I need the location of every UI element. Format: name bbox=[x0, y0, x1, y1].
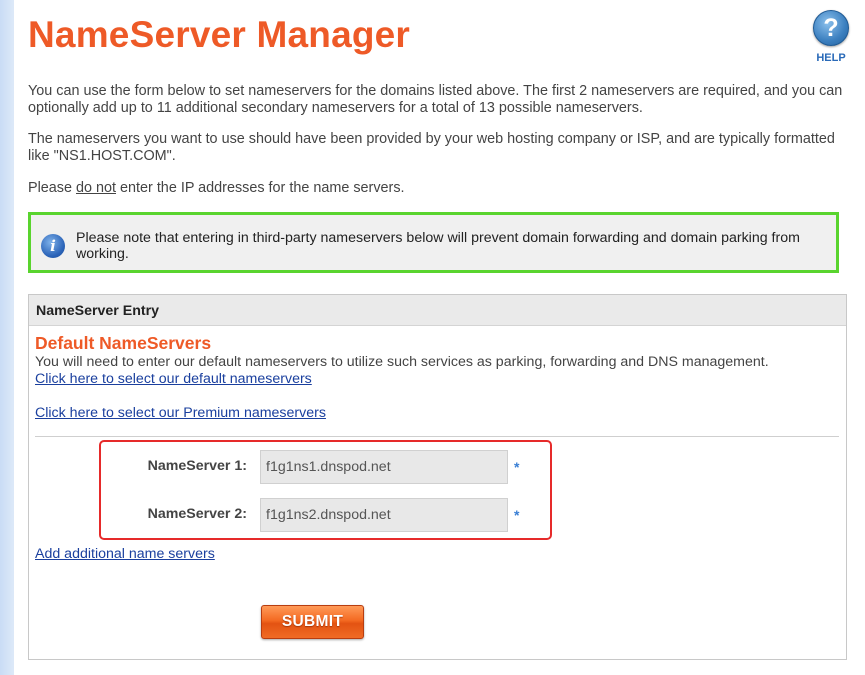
divider bbox=[35, 436, 839, 437]
left-sidebar-strip bbox=[0, 0, 14, 675]
submit-button[interactable]: SUBMIT bbox=[261, 605, 364, 639]
required-marker: * bbox=[514, 507, 520, 523]
default-nameservers-description: You will need to enter our default names… bbox=[35, 354, 769, 370]
nameserver-2-label: NameServer 2: bbox=[147, 506, 247, 522]
nameserver-1-input[interactable] bbox=[260, 450, 508, 484]
notice-text: Please note that entering in third-party… bbox=[76, 230, 800, 262]
page-title: NameServer Manager bbox=[28, 14, 411, 55]
select-default-nameservers-link[interactable]: Click here to select our default nameser… bbox=[35, 371, 312, 387]
add-additional-nameservers-link[interactable]: Add additional name servers bbox=[35, 546, 215, 562]
ip-warning-prefix: Please bbox=[28, 180, 76, 196]
ip-warning-emphasis: do not bbox=[76, 180, 117, 196]
required-marker: * bbox=[514, 459, 520, 475]
nameserver-entry-panel: NameServer Entry Default NameServers You… bbox=[28, 294, 847, 660]
default-nameservers-title: Default NameServers bbox=[35, 333, 212, 353]
nameserver-2-input[interactable] bbox=[260, 498, 508, 532]
ip-warning-paragraph: Please do not enter the IP addresses for… bbox=[28, 180, 853, 197]
panel-header: NameServer Entry bbox=[29, 295, 846, 326]
intro-paragraph: You can use the form below to set namese… bbox=[28, 83, 843, 116]
panel-header-title: NameServer Entry bbox=[36, 303, 160, 319]
help-icon: ? bbox=[813, 10, 849, 46]
format-paragraph: The nameservers you want to use should h… bbox=[28, 131, 835, 164]
help-label: HELP bbox=[816, 52, 846, 64]
nameserver-1-label: NameServer 1: bbox=[147, 458, 247, 474]
info-icon: i bbox=[41, 234, 65, 258]
help-button[interactable]: ? HELP bbox=[811, 10, 851, 64]
third-party-notice: i Please note that entering in third-par… bbox=[28, 212, 839, 273]
ip-warning-suffix: enter the IP addresses for the name serv… bbox=[116, 180, 405, 196]
select-premium-nameservers-link[interactable]: Click here to select our Premium nameser… bbox=[35, 405, 326, 421]
